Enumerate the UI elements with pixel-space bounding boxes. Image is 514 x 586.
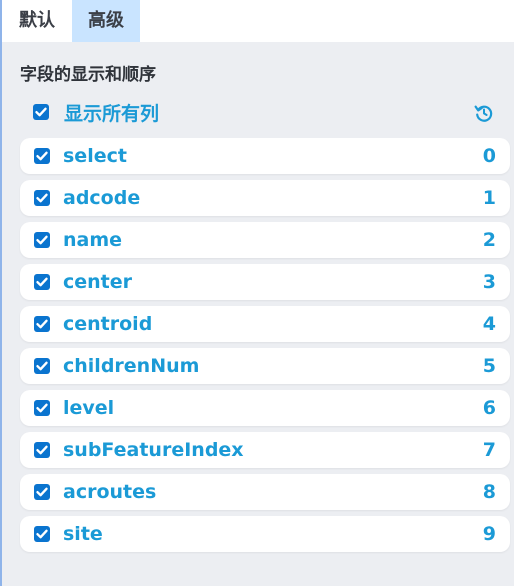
- checkmark-icon: [36, 277, 48, 287]
- field-row[interactable]: level 6: [20, 390, 510, 426]
- field-checkbox[interactable]: [34, 526, 50, 542]
- field-name: childrenNum: [63, 355, 200, 377]
- field-index: 1: [482, 187, 496, 209]
- checkmark-icon: [36, 235, 48, 245]
- field-index: 9: [482, 523, 496, 545]
- field-row[interactable]: site 9: [20, 516, 510, 552]
- field-index: 2: [482, 229, 496, 251]
- field-name: center: [63, 271, 133, 293]
- field-index: 5: [482, 355, 496, 377]
- tab-advanced[interactable]: 高级: [72, 0, 140, 42]
- field-checkbox[interactable]: [34, 484, 50, 500]
- show-all-label[interactable]: 显示所有列: [64, 99, 159, 126]
- field-checkbox[interactable]: [34, 148, 50, 164]
- field-name: select: [63, 145, 127, 167]
- checkmark-icon: [36, 529, 48, 539]
- checkmark-icon: [36, 361, 48, 371]
- field-row[interactable]: select 0: [20, 138, 510, 174]
- field-name: acroutes: [63, 481, 157, 503]
- field-index: 4: [482, 313, 496, 335]
- field-row[interactable]: subFeatureIndex 7: [20, 432, 510, 468]
- checkmark-icon: [36, 403, 48, 413]
- field-name: level: [63, 397, 115, 419]
- field-checkbox[interactable]: [34, 400, 50, 416]
- tab-bar: 默认 高级: [2, 0, 514, 42]
- reset-icon[interactable]: [472, 101, 496, 125]
- tab-default[interactable]: 默认: [2, 0, 72, 42]
- checkmark-icon: [36, 487, 48, 497]
- field-name: site: [63, 523, 103, 545]
- field-checkbox[interactable]: [34, 358, 50, 374]
- section-title: 字段的显示和顺序: [20, 65, 156, 85]
- checkmark-icon: [36, 193, 48, 203]
- field-index: 8: [482, 481, 496, 503]
- field-checkbox[interactable]: [34, 232, 50, 248]
- field-index: 3: [482, 271, 496, 293]
- checkmark-icon: [36, 445, 48, 455]
- field-name: adcode: [63, 187, 141, 209]
- field-row[interactable]: acroutes 8: [20, 474, 510, 510]
- show-all-checkbox[interactable]: [33, 104, 49, 120]
- field-row[interactable]: childrenNum 5: [20, 348, 510, 384]
- field-checkbox[interactable]: [34, 274, 50, 290]
- field-row[interactable]: centroid 4: [20, 306, 510, 342]
- field-checkbox[interactable]: [34, 316, 50, 332]
- field-row[interactable]: adcode 1: [20, 180, 510, 216]
- field-checkbox[interactable]: [34, 190, 50, 206]
- field-name: name: [63, 229, 123, 251]
- checkmark-icon: [36, 151, 48, 161]
- field-name: centroid: [63, 313, 153, 335]
- field-index: 6: [482, 397, 496, 419]
- field-row[interactable]: name 2: [20, 222, 510, 258]
- field-row[interactable]: center 3: [20, 264, 510, 300]
- field-index: 7: [482, 439, 496, 461]
- checkmark-icon: [35, 107, 47, 117]
- checkmark-icon: [36, 319, 48, 329]
- field-checkbox[interactable]: [34, 442, 50, 458]
- field-settings-panel: 默认 高级 字段的显示和顺序 显示所有列 select 0 adcode 1 name 2…: [0, 0, 514, 586]
- field-name: subFeatureIndex: [63, 439, 244, 461]
- field-index: 0: [482, 145, 496, 167]
